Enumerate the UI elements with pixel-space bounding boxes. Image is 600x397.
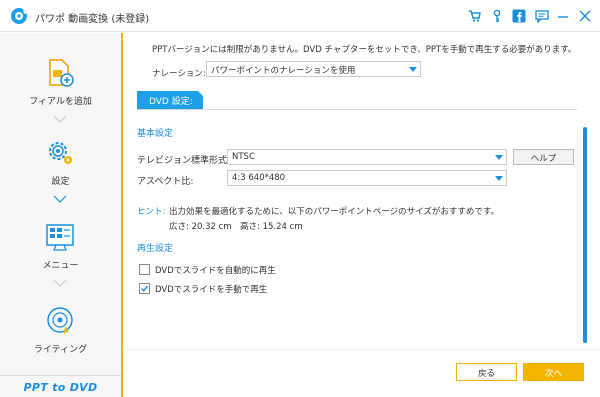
brand-logo: PPT to DVD [0,375,121,397]
narration-select[interactable]: パワーポイントのナレーションを使用 [206,61,421,77]
gear-icon [49,142,72,164]
cart-icon[interactable] [468,9,482,23]
facebook-icon[interactable] [512,9,526,23]
dropdown-arrow-icon [495,176,503,181]
main-panel: PPTバージョンには制限がありません。DVD チャプターをセットでき、PPTを手… [125,33,600,397]
window-title: パワポ 動画変換 (未登録) [35,14,150,25]
tab-dvd-settings[interactable]: DVD 設定: [137,91,203,109]
aspect-ratio-select[interactable]: 4:3 640*480 [227,170,507,186]
tv-standard-value: NTSC [232,152,255,162]
chevron-down-icon [53,195,67,203]
chat-icon[interactable] [535,9,549,23]
next-button[interactable]: 次へ [523,363,584,381]
version-info: PPTバージョンには制限がありません。DVD チャプターをセットでき、PPTを手… [152,45,577,55]
vertical-scrollbar[interactable] [583,127,587,343]
dropdown-arrow-icon [495,155,503,160]
disc-burn-icon [47,307,73,335]
hint-label: ヒント: [137,207,166,217]
hint-page-size: 広さ: 20.32 cm 高さ: 15.24 cm [169,222,303,232]
close-icon[interactable] [578,9,592,23]
sidebar: フィアルを追加 設定 メニュー ライティング PPT to DVD [0,33,123,397]
help-button[interactable]: ヘルプ [513,149,574,165]
sidebar-item-burn[interactable]: ライティング [0,299,121,359]
minimize-icon[interactable] [556,9,570,23]
sidebar-item-label: ライティング [33,345,88,355]
sidebar-item-label: メニュー [42,261,79,271]
key-icon[interactable] [490,9,504,23]
manual-play-checkbox[interactable] [139,283,150,294]
auto-play-label: DVDでスライドを自動的に再生 [155,266,276,276]
checkmark-icon [141,285,149,292]
manual-play-label: DVDでスライドを手動で再生 [155,285,268,295]
hint-text: 出力効果を最適化するために、以下のパワーポイントページのサイズがおすすめです。 [169,207,499,217]
menu-grid-icon [46,224,74,251]
auto-play-checkbox[interactable] [139,264,150,275]
tv-standard-label: テレビジョン標準形式: [137,156,231,166]
back-button[interactable]: 戻る [456,363,517,381]
narration-label: ナレーション: [152,69,206,79]
narration-value: パワーポイントのナレーションを使用 [211,66,356,76]
aspect-ratio-value: 4:3 640*480 [232,173,286,183]
chevron-down-icon [53,115,67,123]
title-bar: パワポ 動画変換 (未登録) [0,0,600,32]
sidebar-item-add-file[interactable]: フィアルを追加 [0,51,121,111]
aspect-ratio-label: アスペクト比: [137,177,194,187]
playback-settings-title: 再生設定 [137,244,174,254]
sidebar-item-label: 設定 [51,177,70,187]
chevron-down-icon [53,279,67,287]
dropdown-arrow-icon [409,67,417,72]
sidebar-item-settings[interactable]: 設定 [0,131,121,191]
tv-standard-select[interactable]: NTSC [227,149,507,165]
add-file-icon [49,59,74,87]
sidebar-item-menu[interactable]: メニュー [0,215,121,275]
app-logo-icon [11,8,27,24]
basic-settings-title: 基本設定 [137,129,174,139]
sidebar-item-label: フィアルを追加 [29,97,92,107]
tab-divider [137,109,577,110]
footer-divider [125,349,600,350]
